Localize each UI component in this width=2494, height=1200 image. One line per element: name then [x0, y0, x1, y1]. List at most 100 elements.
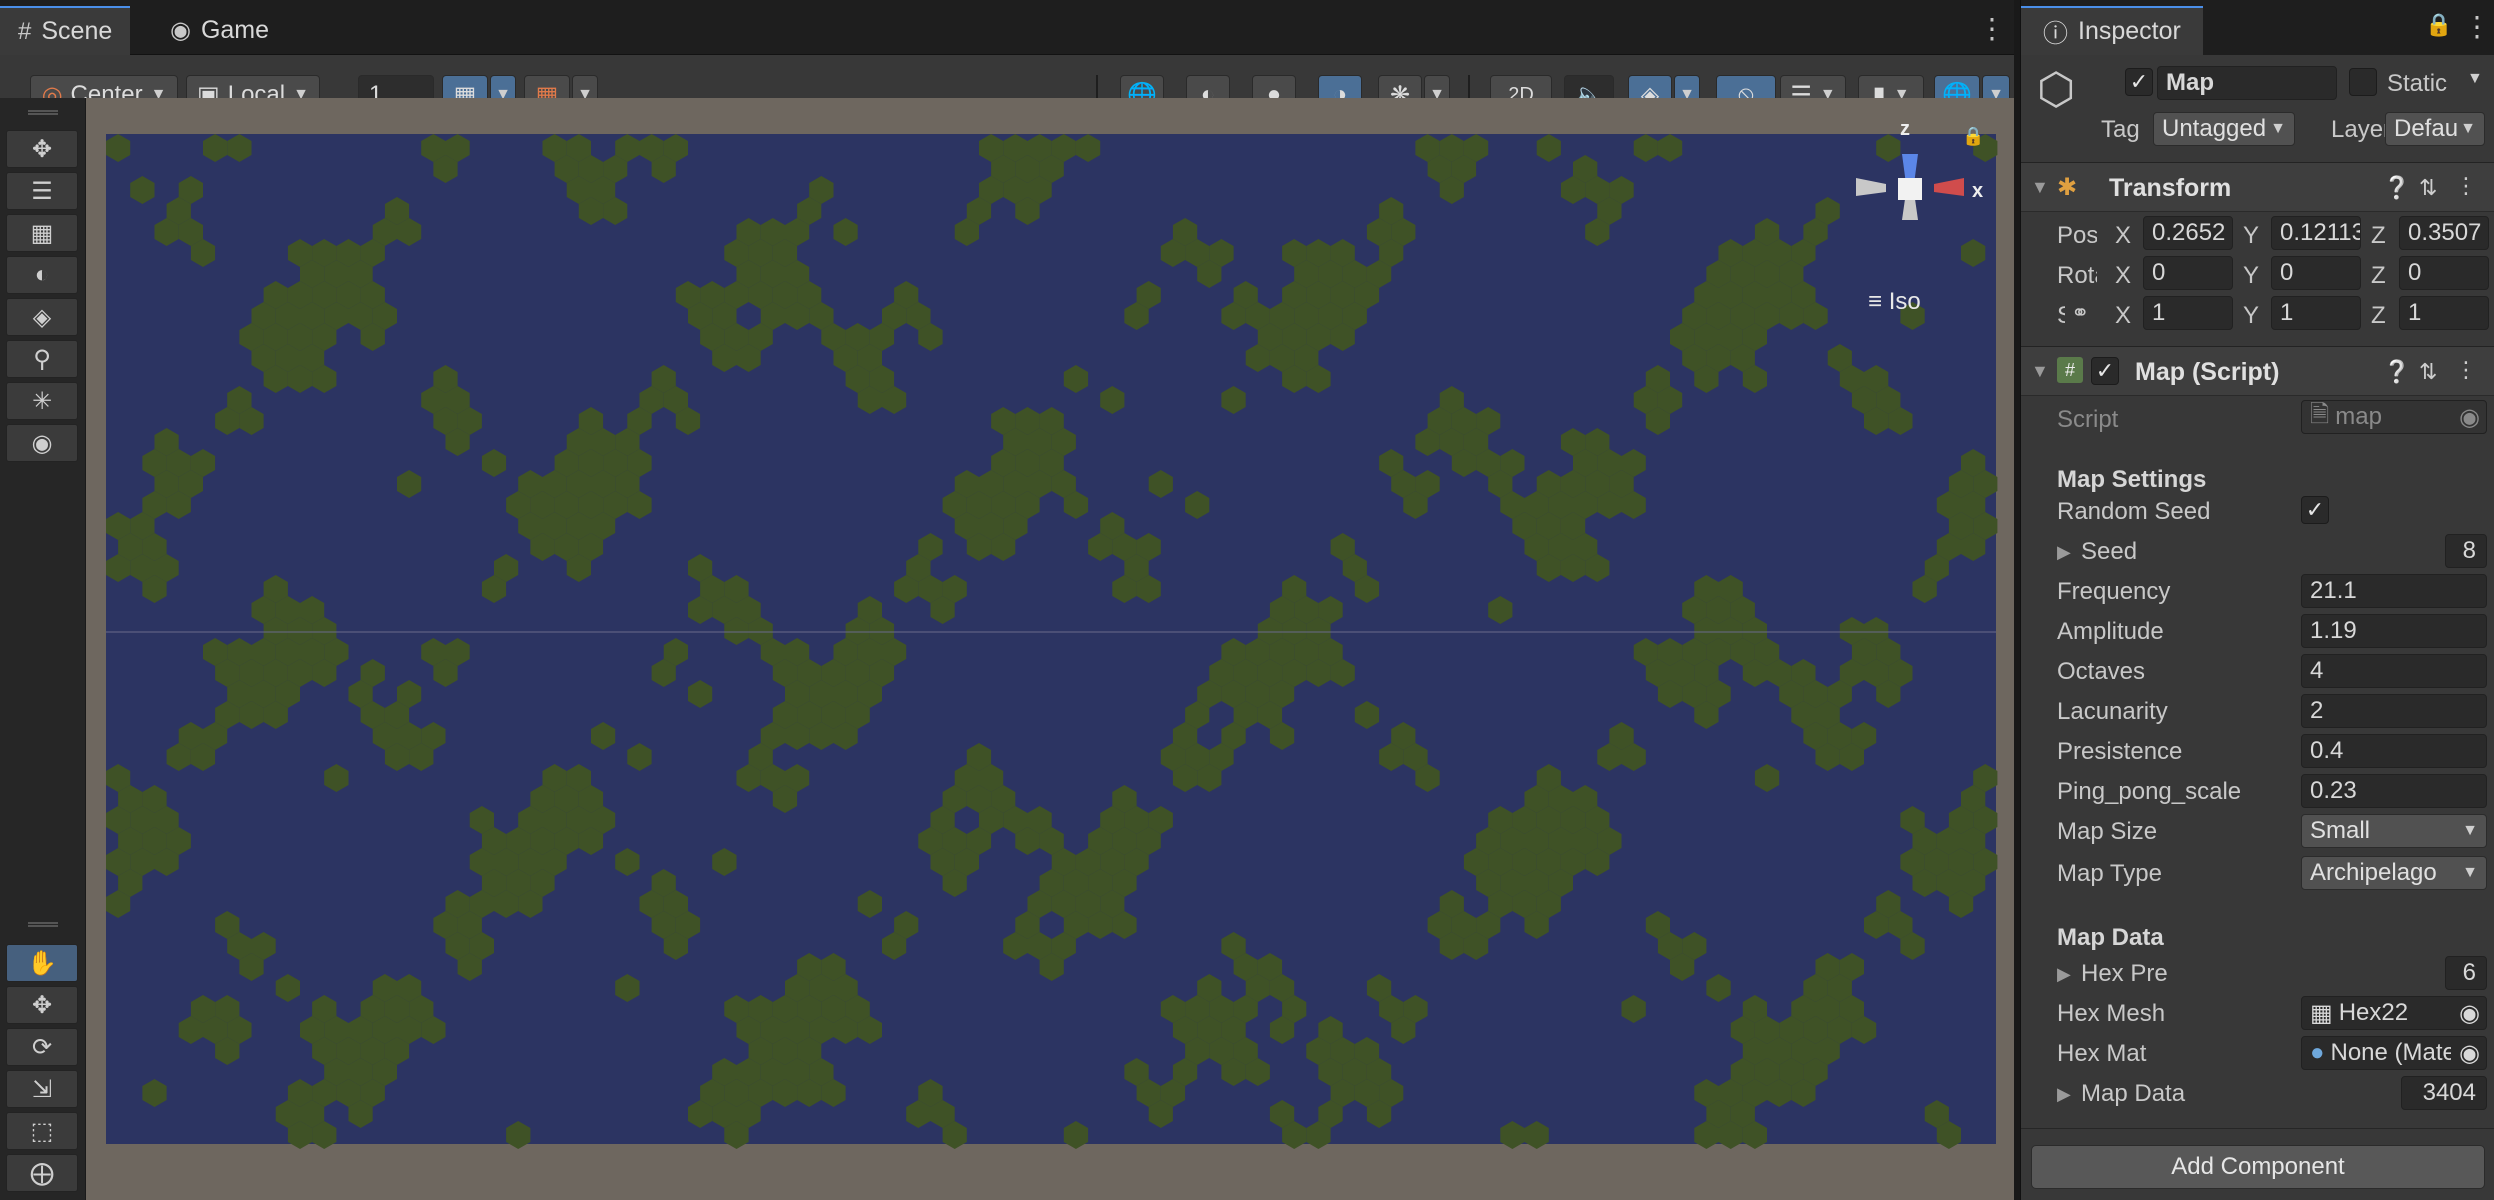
lacunarity-field[interactable]: 2: [2301, 694, 2487, 728]
orbit-tool-button[interactable]: ✳: [6, 382, 78, 420]
hex-pre-count-field[interactable]: 6: [2445, 956, 2487, 990]
rotation-y-label: Y: [2243, 262, 2260, 289]
chevron-down-icon: ▼: [2460, 120, 2476, 137]
checkmark-icon: ✓: [2129, 69, 2149, 94]
projection-toggle[interactable]: ≡ Iso: [1868, 288, 1921, 316]
hand-tool-button[interactable]: ✋: [6, 944, 78, 982]
transform-axes-icon: ✱: [2057, 174, 2078, 201]
rotation-x-field[interactable]: 0: [2143, 256, 2233, 290]
tag-dropdown[interactable]: Untagged ▼: [2153, 112, 2295, 146]
tab-scene[interactable]: # Scene: [0, 6, 131, 55]
grid-tool-button[interactable]: ▦: [6, 214, 78, 252]
octaves-label: Octaves: [2057, 658, 2146, 685]
map-type-dropdown[interactable]: Archipelago ▼: [2301, 856, 2487, 890]
add-component-button[interactable]: Add Component: [2031, 1145, 2485, 1189]
material-sphere-icon: ●: [2310, 1039, 2325, 1066]
align-tool-button[interactable]: ☰: [6, 172, 78, 210]
frequency-label: Frequency: [2057, 578, 2171, 605]
persistence-label: Presistence: [2057, 738, 2183, 765]
random-seed-checkbox[interactable]: ✓: [2301, 496, 2329, 524]
gameobject-active-checkbox[interactable]: ✓: [2125, 68, 2153, 96]
scale-x-field[interactable]: 1: [2143, 296, 2233, 330]
camera-tool-button[interactable]: ◉: [6, 424, 78, 462]
seed-count-field[interactable]: 8: [2445, 534, 2487, 568]
rotation-z-field[interactable]: 0: [2399, 256, 2489, 290]
checkmark-icon: ✓: [2095, 358, 2115, 383]
scale-tool-button[interactable]: ⇲: [6, 1070, 78, 1108]
ping-pong-scale-field[interactable]: 0.23: [2301, 774, 2487, 808]
tab-inspector[interactable]: ⓘ Inspector: [2021, 6, 2203, 55]
sphere-tool-button[interactable]: ◐: [6, 256, 78, 294]
component-menu-icon[interactable]: ⋮: [2455, 357, 2477, 383]
scale-link-icon[interactable]: ⚭: [2071, 300, 2089, 326]
grid-icon: #: [18, 17, 32, 45]
layer-dropdown[interactable]: Default ▼: [2385, 112, 2485, 146]
transform-component-header[interactable]: ▼ ✱ Transform ❔ ⇅ ⋮: [2021, 162, 2494, 212]
hex-mesh-object-field[interactable]: ▦ Hex22 ◉: [2301, 996, 2487, 1030]
amplitude-field[interactable]: 1.19: [2301, 614, 2487, 648]
chevron-down-icon: ▼: [2462, 864, 2478, 881]
presets-icon[interactable]: ⇅: [2419, 359, 2437, 385]
layers-tool-button[interactable]: ◈: [6, 298, 78, 336]
frequency-field[interactable]: 21.1: [2301, 574, 2487, 608]
lock-icon[interactable]: 🔒: [2425, 12, 2452, 38]
position-label: Posi: [2057, 222, 2097, 249]
position-z-field[interactable]: 0.3507: [2399, 216, 2489, 250]
tab-game[interactable]: ◉ Game: [152, 6, 287, 55]
hex-mat-label: Hex Mat: [2057, 1040, 2147, 1067]
position-y-label: Y: [2243, 222, 2260, 249]
component-enabled-checkbox[interactable]: ✓: [2091, 357, 2119, 385]
help-icon[interactable]: ❔: [2383, 175, 2410, 201]
overlay-grip[interactable]: [28, 922, 58, 927]
mesh-grid-icon: ▦: [2310, 999, 2333, 1027]
position-z-label: Z: [2371, 222, 2386, 249]
map-data-foldout-icon[interactable]: ▶: [2057, 1084, 2071, 1105]
static-checkbox[interactable]: [2349, 68, 2377, 96]
persistence-field[interactable]: 0.4: [2301, 734, 2487, 768]
search-tool-button[interactable]: ⚲: [6, 340, 78, 378]
component-menu-icon[interactable]: ⋮: [2455, 173, 2477, 199]
gameobject-name-field[interactable]: Map: [2157, 66, 2337, 100]
align-icon: ☰: [31, 177, 53, 205]
map-data-count-field[interactable]: 3404: [2401, 1076, 2487, 1110]
map-script-component-header[interactable]: ▼ # ✓ Map (Script) ❔ ⇅ ⋮: [2021, 346, 2494, 396]
object-picker-icon[interactable]: ◉: [2459, 1038, 2480, 1068]
seed-foldout-icon[interactable]: ▶: [2057, 542, 2071, 563]
rotate-tool-button[interactable]: ⟳: [6, 1028, 78, 1066]
help-icon[interactable]: ❔: [2383, 359, 2410, 385]
scale-z-field[interactable]: 1: [2399, 296, 2489, 330]
position-y-field[interactable]: 0.12113: [2271, 216, 2361, 250]
overlay-grip[interactable]: [28, 110, 58, 115]
move-tool-button[interactable]: ✥: [6, 986, 78, 1024]
rotate-icon: ⟳: [31, 1033, 53, 1061]
position-x-field[interactable]: 0.2652: [2143, 216, 2233, 250]
gizmo-lock-icon[interactable]: 🔒: [1962, 126, 1984, 147]
checkmark-icon: ✓: [2305, 497, 2325, 522]
scale-y-field[interactable]: 1: [2271, 296, 2361, 330]
scale-label: S: [2057, 302, 2065, 330]
presets-icon[interactable]: ⇅: [2419, 175, 2437, 201]
rect-tool-button[interactable]: ⬚: [6, 1112, 78, 1150]
view-tool-button[interactable]: ✥: [6, 130, 78, 168]
object-picker-icon[interactable]: ◉: [2459, 999, 2480, 1028]
tool-overlay-column: ✥ ☰ ▦ ◐ ◈ ⚲ ✳ ◉ ✋ ✥ ⟳ ⇲ ⬚ ⨁: [0, 98, 86, 1200]
scene-viewport[interactable]: [86, 98, 2014, 1200]
hex-mat-object-field[interactable]: ● None (Material) ◉: [2301, 1036, 2487, 1070]
hex-map: [106, 134, 1998, 1149]
tag-label: Tag: [2101, 116, 2140, 143]
sphere-icon: ◐: [34, 261, 50, 288]
gamepad-icon: ◉: [170, 17, 191, 44]
scene-more-menu-icon[interactable]: ⋮: [1978, 12, 2006, 45]
map-type-label: Map Type: [2057, 860, 2162, 887]
inspector-tab-bar: ⓘ Inspector 🔒 ⋮: [2021, 0, 2494, 55]
hex-pre-foldout-icon[interactable]: ▶: [2057, 964, 2071, 985]
static-dropdown-icon[interactable]: ▼: [2467, 70, 2483, 88]
transform-tool-button[interactable]: ⨁: [6, 1154, 78, 1192]
map-size-dropdown[interactable]: Small ▼: [2301, 814, 2487, 848]
rotation-x-label: X: [2115, 262, 2132, 289]
inspector-more-menu-icon[interactable]: ⋮: [2463, 10, 2491, 43]
rotation-y-field[interactable]: 0: [2271, 256, 2361, 290]
random-seed-label: Random Seed: [2057, 498, 2211, 525]
octaves-field[interactable]: 4: [2301, 654, 2487, 688]
scene-tab-bar: # Scene ◉ Game ⋮: [0, 0, 2014, 55]
